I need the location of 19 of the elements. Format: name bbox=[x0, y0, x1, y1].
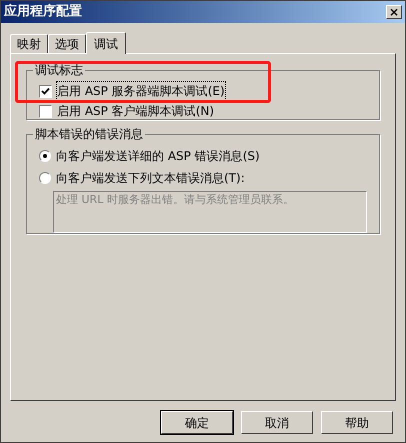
tab[interactable]: 映射 bbox=[10, 34, 48, 53]
checkbox[interactable] bbox=[39, 84, 52, 98]
close-button[interactable]: × bbox=[386, 5, 402, 19]
radio-button[interactable] bbox=[39, 172, 51, 184]
tab[interactable]: 调试 bbox=[86, 32, 126, 54]
dialog-button[interactable]: 确定 bbox=[161, 411, 233, 434]
checkbox[interactable] bbox=[39, 104, 52, 118]
tab[interactable]: 选项 bbox=[48, 34, 86, 53]
dialog-button[interactable]: 取消 bbox=[241, 411, 313, 434]
checkbox-label[interactable]: 启用 ASP 服务器端脚本调试(E) bbox=[57, 82, 225, 100]
group-title: 脚本错误的错误消息 bbox=[33, 127, 145, 141]
radio-label[interactable]: 向客户端发送详细的 ASP 错误消息(S) bbox=[56, 147, 260, 165]
radio-button[interactable] bbox=[39, 150, 51, 162]
checkbox-label[interactable]: 启用 ASP 客户端脚本调试(N) bbox=[57, 102, 214, 120]
group-title: 调试标志 bbox=[33, 63, 85, 77]
check-icon bbox=[41, 86, 50, 96]
radio-label[interactable]: 向客户端发送下列文本错误消息(T): bbox=[56, 169, 245, 187]
dialog-button[interactable]: 帮助 bbox=[321, 411, 393, 434]
window-title: 应用程序配置 bbox=[4, 2, 82, 22]
